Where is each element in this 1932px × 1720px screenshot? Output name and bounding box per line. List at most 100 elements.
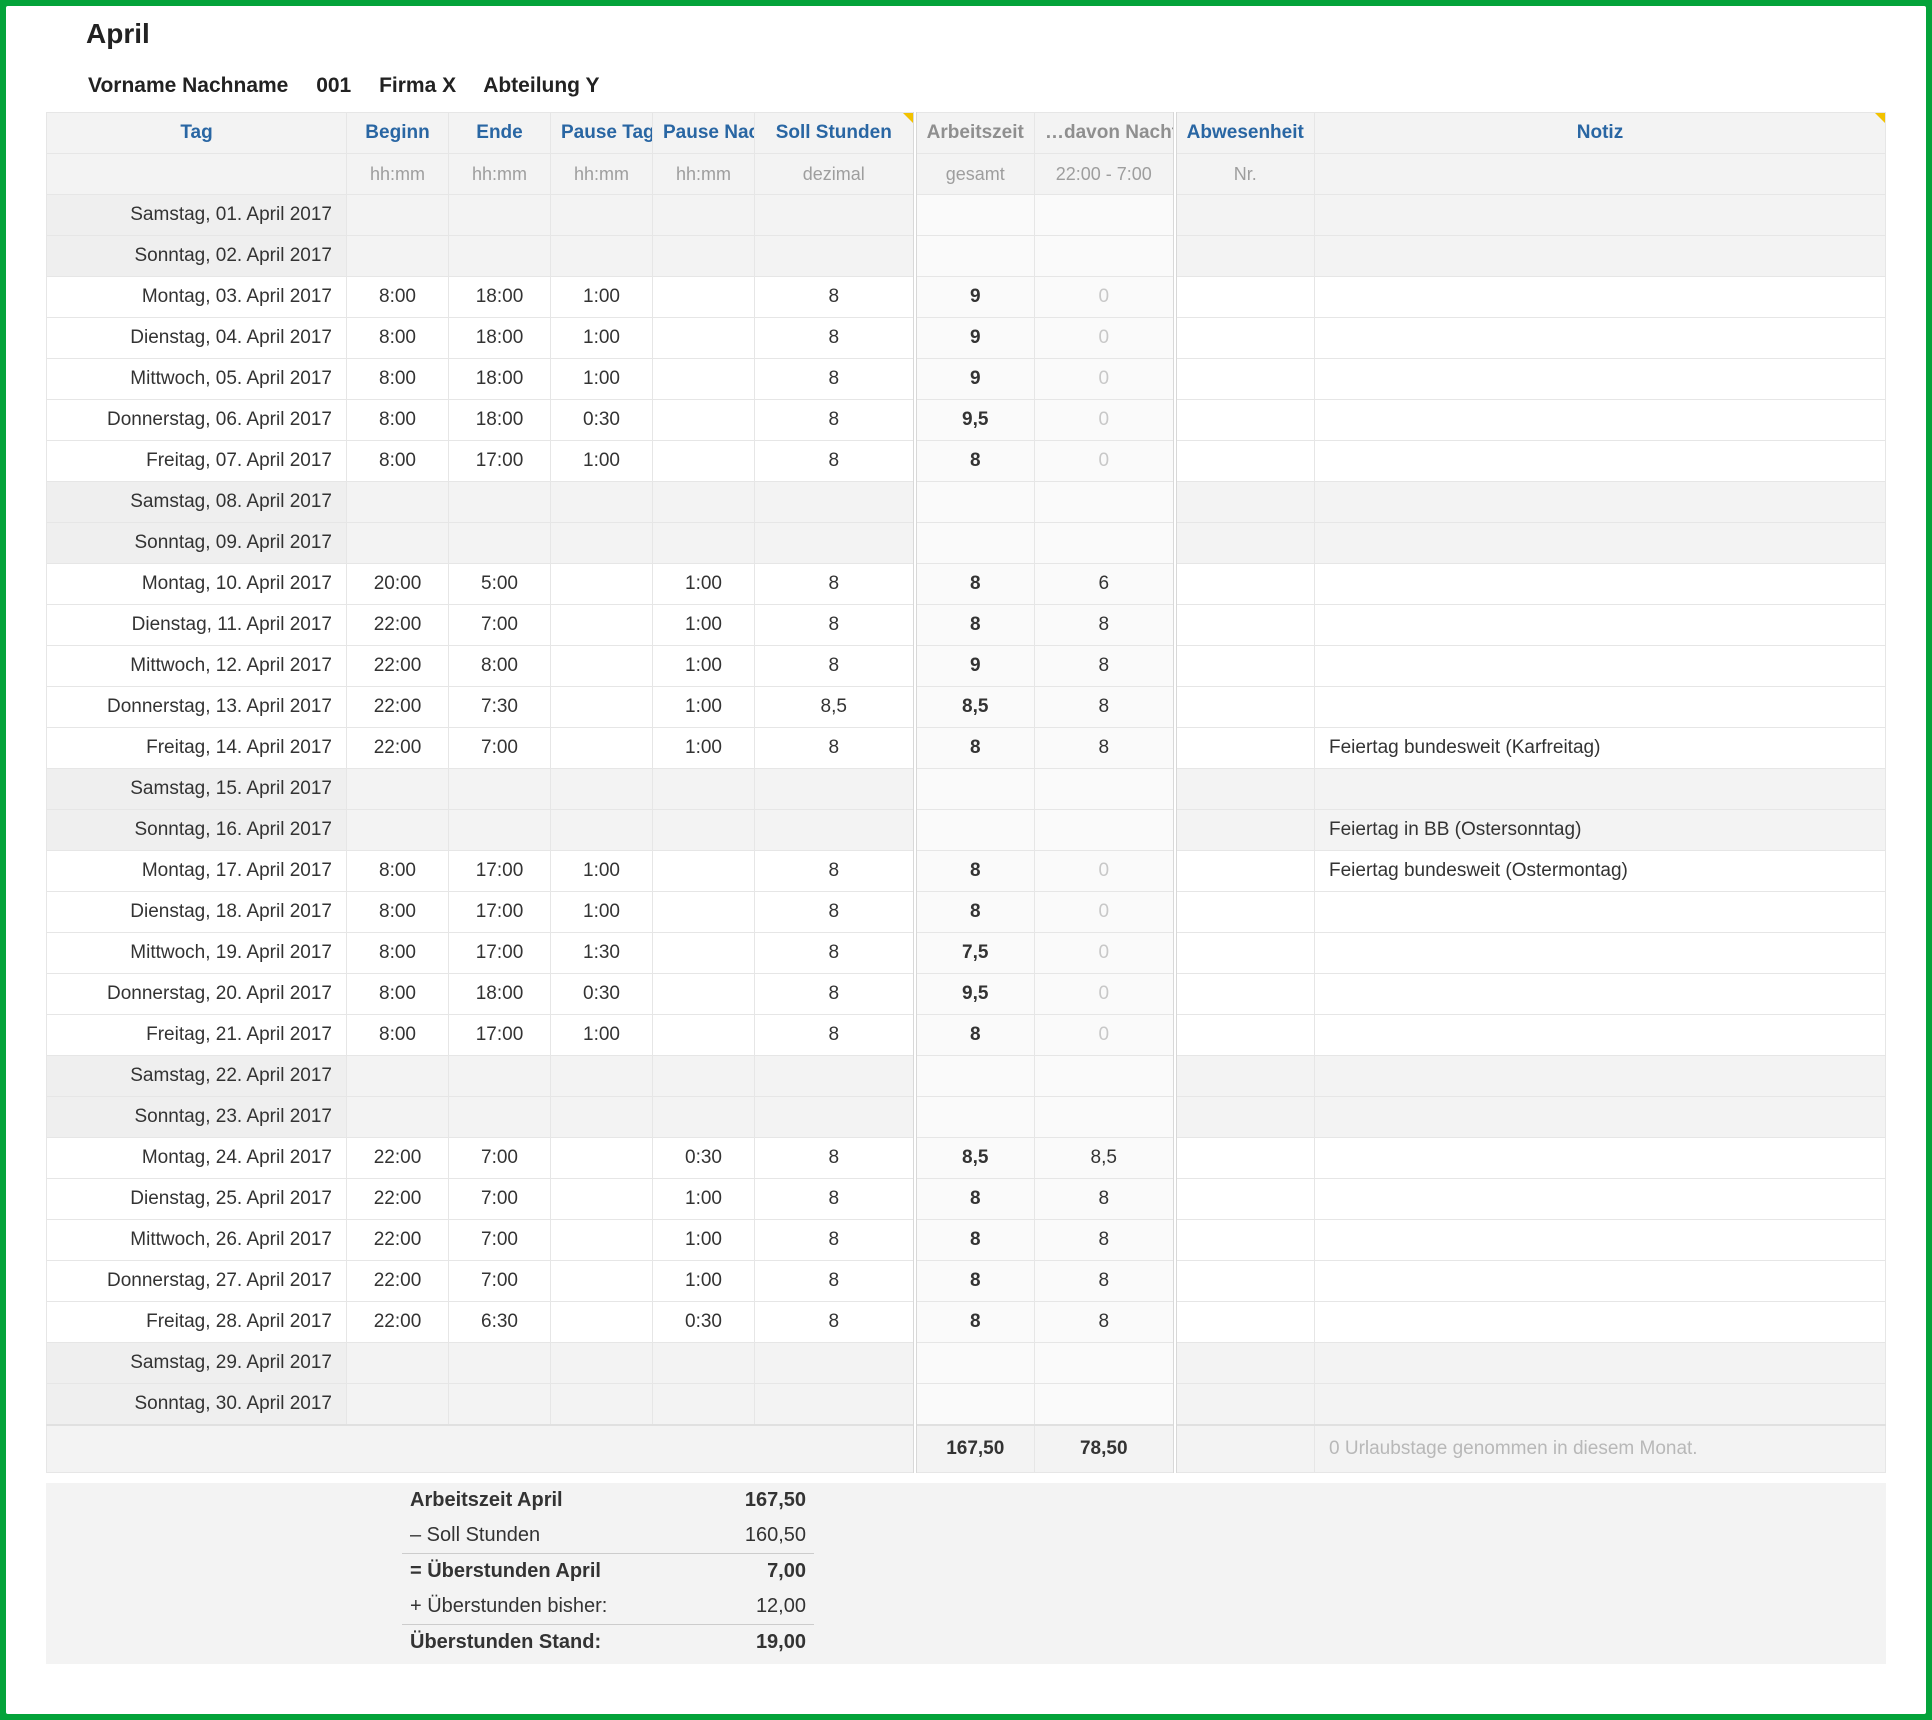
cell-abw[interactable] <box>1175 1261 1315 1302</box>
cell-abw[interactable] <box>1175 1056 1315 1097</box>
cell-note[interactable] <box>1315 482 1886 523</box>
cell-note[interactable] <box>1315 277 1886 318</box>
cell-soll[interactable]: 8 <box>755 1220 915 1261</box>
cell-pauseNight[interactable] <box>653 441 755 482</box>
cell-soll[interactable] <box>755 1056 915 1097</box>
cell-pauseNight[interactable]: 1:00 <box>653 605 755 646</box>
cell-pauseNight[interactable] <box>653 1015 755 1056</box>
cell-end[interactable]: 7:00 <box>449 728 551 769</box>
cell-note[interactable] <box>1315 400 1886 441</box>
cell-pauseDay[interactable]: 1:00 <box>551 318 653 359</box>
cell-soll[interactable]: 8 <box>755 400 915 441</box>
cell-pauseNight[interactable] <box>653 318 755 359</box>
cell-pauseDay[interactable]: 1:00 <box>551 441 653 482</box>
cell-soll[interactable]: 8 <box>755 1138 915 1179</box>
cell-note[interactable] <box>1315 1056 1886 1097</box>
cell-pauseDay[interactable]: 1:00 <box>551 851 653 892</box>
cell-soll[interactable]: 8 <box>755 318 915 359</box>
cell-begin[interactable]: 22:00 <box>347 1138 449 1179</box>
cell-begin[interactable]: 22:00 <box>347 728 449 769</box>
cell-pauseDay[interactable]: 1:00 <box>551 892 653 933</box>
cell-end[interactable]: 8:00 <box>449 646 551 687</box>
cell-begin[interactable] <box>347 195 449 236</box>
cell-note[interactable] <box>1315 1261 1886 1302</box>
cell-abw[interactable] <box>1175 1179 1315 1220</box>
cell-begin[interactable]: 8:00 <box>347 1015 449 1056</box>
cell-abw[interactable] <box>1175 1384 1315 1426</box>
cell-abw[interactable] <box>1175 236 1315 277</box>
cell-note[interactable] <box>1315 318 1886 359</box>
cell-begin[interactable] <box>347 482 449 523</box>
cell-end[interactable]: 18:00 <box>449 974 551 1015</box>
cell-begin[interactable]: 22:00 <box>347 1302 449 1343</box>
cell-end[interactable]: 17:00 <box>449 1015 551 1056</box>
cell-abw[interactable] <box>1175 687 1315 728</box>
cell-soll[interactable] <box>755 482 915 523</box>
cell-pauseNight[interactable] <box>653 1343 755 1384</box>
cell-soll[interactable] <box>755 769 915 810</box>
cell-end[interactable]: 18:00 <box>449 359 551 400</box>
cell-pauseNight[interactable] <box>653 892 755 933</box>
cell-pauseDay[interactable] <box>551 1343 653 1384</box>
cell-pauseNight[interactable] <box>653 933 755 974</box>
cell-end[interactable]: 5:00 <box>449 564 551 605</box>
cell-pauseNight[interactable]: 1:00 <box>653 687 755 728</box>
cell-soll[interactable] <box>755 1097 915 1138</box>
cell-pauseNight[interactable] <box>653 1056 755 1097</box>
cell-abw[interactable] <box>1175 318 1315 359</box>
cell-abw[interactable] <box>1175 1302 1315 1343</box>
cell-note[interactable] <box>1315 1015 1886 1056</box>
cell-end[interactable]: 7:00 <box>449 1179 551 1220</box>
cell-pauseDay[interactable]: 1:30 <box>551 933 653 974</box>
cell-abw[interactable] <box>1175 1343 1315 1384</box>
cell-begin[interactable]: 22:00 <box>347 1261 449 1302</box>
cell-end[interactable] <box>449 236 551 277</box>
cell-end[interactable] <box>449 769 551 810</box>
cell-pauseDay[interactable] <box>551 605 653 646</box>
cell-pauseNight[interactable] <box>653 1384 755 1426</box>
cell-pauseDay[interactable] <box>551 810 653 851</box>
cell-abw[interactable] <box>1175 974 1315 1015</box>
cell-note[interactable] <box>1315 523 1886 564</box>
cell-note[interactable] <box>1315 769 1886 810</box>
cell-begin[interactable]: 8:00 <box>347 277 449 318</box>
cell-note[interactable] <box>1315 646 1886 687</box>
cell-soll[interactable]: 8 <box>755 1015 915 1056</box>
cell-end[interactable] <box>449 810 551 851</box>
cell-end[interactable]: 17:00 <box>449 441 551 482</box>
cell-pauseDay[interactable] <box>551 1261 653 1302</box>
cell-pauseDay[interactable] <box>551 195 653 236</box>
cell-pauseDay[interactable] <box>551 687 653 728</box>
cell-pauseNight[interactable] <box>653 1097 755 1138</box>
cell-note[interactable] <box>1315 236 1886 277</box>
cell-abw[interactable] <box>1175 400 1315 441</box>
cell-pauseNight[interactable]: 1:00 <box>653 728 755 769</box>
cell-pauseNight[interactable]: 1:00 <box>653 1179 755 1220</box>
cell-end[interactable]: 18:00 <box>449 318 551 359</box>
cell-soll[interactable]: 8 <box>755 1302 915 1343</box>
cell-begin[interactable]: 8:00 <box>347 974 449 1015</box>
cell-note[interactable] <box>1315 1384 1886 1426</box>
cell-begin[interactable]: 8:00 <box>347 318 449 359</box>
cell-begin[interactable] <box>347 236 449 277</box>
cell-note[interactable] <box>1315 1302 1886 1343</box>
cell-pauseDay[interactable] <box>551 769 653 810</box>
cell-begin[interactable]: 8:00 <box>347 359 449 400</box>
cell-pauseNight[interactable] <box>653 482 755 523</box>
cell-soll[interactable]: 8,5 <box>755 687 915 728</box>
cell-end[interactable] <box>449 1097 551 1138</box>
cell-begin[interactable] <box>347 810 449 851</box>
cell-soll[interactable]: 8 <box>755 974 915 1015</box>
cell-begin[interactable] <box>347 769 449 810</box>
cell-pauseNight[interactable] <box>653 974 755 1015</box>
cell-begin[interactable] <box>347 1056 449 1097</box>
cell-begin[interactable]: 22:00 <box>347 646 449 687</box>
cell-soll[interactable]: 8 <box>755 1261 915 1302</box>
cell-abw[interactable] <box>1175 195 1315 236</box>
cell-soll[interactable]: 8 <box>755 892 915 933</box>
cell-note[interactable]: Feiertag bundesweit (Karfreitag) <box>1315 728 1886 769</box>
cell-note[interactable]: Feiertag in BB (Ostersonntag) <box>1315 810 1886 851</box>
cell-end[interactable]: 17:00 <box>449 851 551 892</box>
cell-soll[interactable] <box>755 1384 915 1426</box>
cell-pauseNight[interactable] <box>653 851 755 892</box>
